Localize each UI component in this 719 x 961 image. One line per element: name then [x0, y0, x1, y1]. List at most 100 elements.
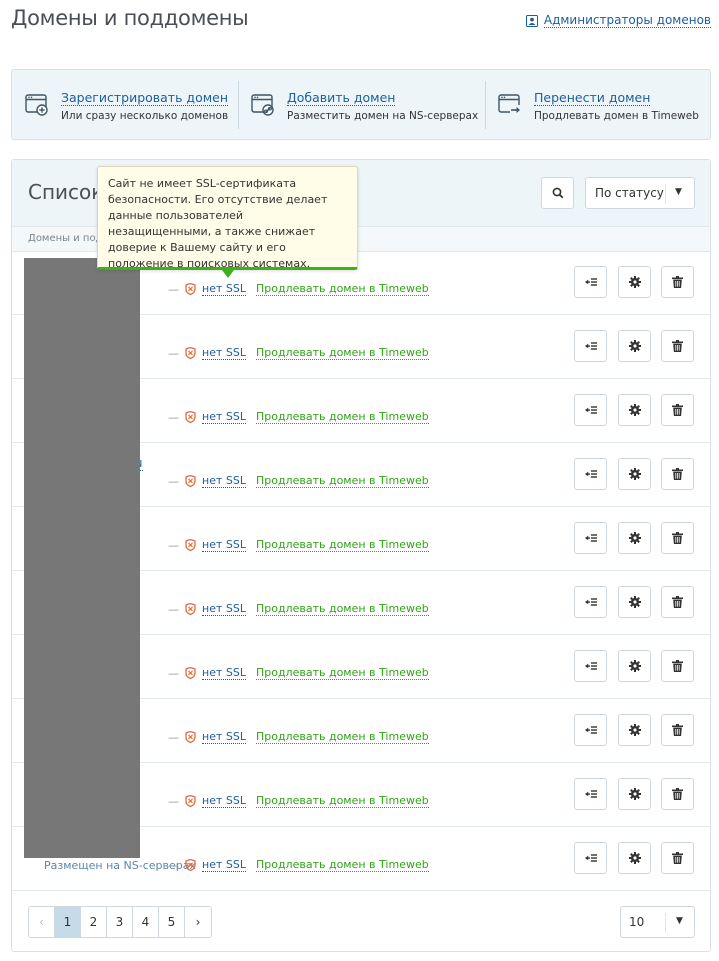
add-domain-link[interactable]: Добавить домен	[287, 90, 396, 106]
move-domain-button[interactable]	[574, 586, 607, 618]
move-domain-button[interactable]	[574, 714, 607, 746]
renew-domain-link[interactable]: Продлевать домен в Timeweb	[255, 474, 429, 488]
domain-settings-button[interactable]	[618, 330, 651, 362]
ssl-shield-icon	[185, 731, 196, 743]
ssl-shield-icon	[185, 283, 196, 295]
domain-settings-button[interactable]	[618, 266, 651, 298]
list-arrow-icon	[584, 342, 597, 350]
domain-actions-panel: Зарегистрировать домен Или сразу несколь…	[11, 69, 711, 140]
domain-settings-button[interactable]	[618, 394, 651, 426]
delete-domain-button[interactable]	[661, 586, 694, 618]
ssl-shield-icon	[185, 795, 196, 807]
admin-user-icon	[525, 14, 538, 27]
ssl-shield-icon	[185, 667, 196, 679]
delete-domain-button[interactable]	[661, 330, 694, 362]
register-domain-link[interactable]: Зарегистрировать домен	[61, 90, 229, 106]
renew-domain-link[interactable]: Продлевать домен в Timeweb	[255, 410, 429, 424]
gear-icon	[628, 468, 641, 480]
separator-dash: —	[168, 282, 179, 296]
tooltip-arrow	[222, 270, 234, 278]
ssl-shield-icon	[185, 539, 196, 551]
move-domain-button[interactable]	[574, 266, 607, 298]
separator-dash: —	[168, 410, 179, 424]
renew-domain-link[interactable]: Продлевать домен в Timeweb	[255, 538, 429, 552]
domain-admins-link[interactable]: Администраторы доменов	[525, 13, 711, 28]
domain-settings-button[interactable]	[618, 714, 651, 746]
delete-domain-button[interactable]	[661, 714, 694, 746]
no-ssl-link[interactable]: нет SSL	[202, 794, 246, 808]
status-filter-select[interactable]: По статусу ▼	[585, 177, 695, 209]
domain-settings-button[interactable]	[618, 458, 651, 490]
separator-dash: —	[168, 538, 179, 552]
per-page-select[interactable]: 10 ▼	[620, 906, 695, 938]
ssl-shield-icon	[185, 347, 196, 359]
pagination-page-1[interactable]: 1	[55, 907, 81, 937]
move-domain-button[interactable]	[574, 522, 607, 554]
renew-domain-link[interactable]: Продлевать домен в Timeweb	[255, 602, 429, 616]
trash-icon	[672, 532, 683, 544]
move-domain-button[interactable]	[574, 650, 607, 682]
delete-domain-button[interactable]	[661, 842, 694, 874]
ssl-tooltip: Сайт не имеет SSL-сертификата безопаснос…	[97, 166, 358, 278]
pagination-page-5[interactable]: 5	[159, 907, 185, 937]
window-arrow-icon	[498, 93, 522, 115]
domain-settings-button[interactable]	[618, 842, 651, 874]
no-ssl-link[interactable]: нет SSL	[202, 858, 246, 872]
move-domain-button[interactable]	[574, 394, 607, 426]
pagination-page-3[interactable]: 3	[107, 907, 133, 937]
delete-domain-button[interactable]	[661, 458, 694, 490]
pagination-next-button[interactable]: ›	[185, 907, 211, 937]
domain-settings-button[interactable]	[618, 778, 651, 810]
renew-domain-link[interactable]: Продлевать домен в Timeweb	[255, 282, 429, 296]
renew-domain-link[interactable]: Продлевать домен в Timeweb	[255, 346, 429, 360]
add-domain-action[interactable]: Добавить домен Разместить домен на NS-се…	[238, 70, 485, 139]
no-ssl-link[interactable]: нет SSL	[202, 346, 246, 360]
transfer-domain-link[interactable]: Перенести домен	[534, 90, 651, 106]
no-ssl-link[interactable]: нет SSL	[202, 410, 246, 424]
move-domain-button[interactable]	[574, 778, 607, 810]
ssl-shield-icon	[185, 603, 196, 615]
no-ssl-link[interactable]: нет SSL	[202, 666, 246, 680]
register-domain-action[interactable]: Зарегистрировать домен Или сразу несколь…	[12, 70, 238, 139]
list-arrow-icon	[584, 790, 597, 798]
list-arrow-icon	[584, 726, 597, 734]
renew-domain-link[interactable]: Продлевать домен в Timeweb	[255, 730, 429, 744]
renew-domain-link[interactable]: Продлевать домен в Timeweb	[255, 666, 429, 680]
pagination-page-2[interactable]: 2	[81, 907, 107, 937]
move-domain-button[interactable]	[574, 842, 607, 874]
gear-icon	[628, 340, 641, 352]
pagination-prev-button[interactable]: ‹	[29, 907, 55, 937]
redacted-area	[24, 258, 140, 858]
search-button[interactable]	[541, 177, 574, 209]
delete-domain-button[interactable]	[661, 266, 694, 298]
renew-domain-link[interactable]: Продлевать домен в Timeweb	[255, 794, 429, 808]
delete-domain-button[interactable]	[661, 778, 694, 810]
trash-icon	[672, 724, 683, 736]
domain-settings-button[interactable]	[618, 586, 651, 618]
trash-icon	[672, 404, 683, 416]
delete-domain-button[interactable]	[661, 394, 694, 426]
separator-dash: —	[168, 858, 179, 872]
renew-domain-link[interactable]: Продлевать домен в Timeweb	[255, 858, 429, 872]
pagination-page-4[interactable]: 4	[133, 907, 159, 937]
list-arrow-icon	[584, 406, 597, 414]
domain-settings-button[interactable]	[618, 650, 651, 682]
move-domain-button[interactable]	[574, 330, 607, 362]
separator-dash: —	[168, 794, 179, 808]
ssl-tooltip-text: Сайт не имеет SSL-сертификата безопаснос…	[108, 177, 328, 270]
no-ssl-link[interactable]: нет SSL	[202, 474, 246, 488]
domain-settings-button[interactable]	[618, 522, 651, 554]
no-ssl-link[interactable]: нет SSL	[202, 730, 246, 744]
domain-status-line: Размещен на NS-серверах — нет SSL Продле…	[44, 858, 429, 872]
no-ssl-link[interactable]: нет SSL	[202, 602, 246, 616]
move-domain-button[interactable]	[574, 458, 607, 490]
gear-icon	[628, 404, 641, 416]
delete-domain-button[interactable]	[661, 522, 694, 554]
register-domain-subtitle: Или сразу несколько доменов	[61, 110, 229, 122]
trash-icon	[672, 340, 683, 352]
transfer-domain-action[interactable]: Перенести домен Продлевать домен в Timew…	[485, 70, 710, 139]
no-ssl-link[interactable]: нет SSL	[202, 282, 246, 296]
delete-domain-button[interactable]	[661, 650, 694, 682]
separator-dash: —	[168, 474, 179, 488]
no-ssl-link[interactable]: нет SSL	[202, 538, 246, 552]
